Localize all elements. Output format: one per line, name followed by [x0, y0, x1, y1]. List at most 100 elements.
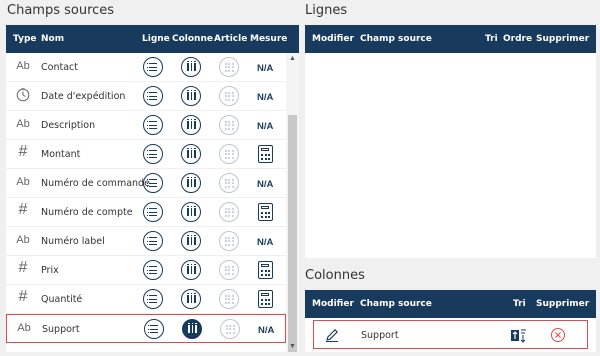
add-to-columns-icon[interactable]	[181, 202, 201, 222]
add-to-article-icon[interactable]	[219, 115, 239, 135]
measure-na-label: N/A	[257, 63, 274, 74]
calculator-icon[interactable]	[258, 203, 273, 221]
add-to-columns-icon[interactable]	[181, 57, 201, 77]
lignes-header: Modifier Champ source Tri Ordre Supprime…	[305, 25, 596, 53]
add-to-lines-icon[interactable]	[143, 57, 163, 77]
calculator-icon[interactable]	[258, 261, 273, 279]
add-to-lines-icon[interactable]	[143, 260, 163, 280]
header-colonne[interactable]: Colonne	[172, 34, 213, 44]
number-type-icon: #	[18, 201, 28, 218]
lignes-title: Lignes	[305, 3, 348, 18]
field-name: Contact	[41, 62, 78, 73]
field-name: Description	[41, 120, 96, 131]
champs-sources-title: Champs sources	[7, 3, 115, 18]
add-to-lines-icon[interactable]	[143, 202, 163, 222]
add-to-article-icon[interactable]	[219, 202, 239, 222]
add-to-columns-icon[interactable]	[181, 231, 201, 251]
add-to-lines-icon[interactable]	[143, 173, 163, 193]
number-type-icon: #	[18, 143, 28, 160]
header-article[interactable]: Article	[214, 34, 247, 44]
colonnes-header: Modifier Champ source Tri Supprimer	[305, 290, 596, 318]
clock-icon	[12, 88, 34, 105]
add-to-article-icon[interactable]	[219, 86, 239, 106]
header-type[interactable]: Type	[13, 34, 36, 44]
list-item[interactable]: Ab Contact N/A	[6, 53, 286, 82]
lignes-header-champ: Champ source	[360, 34, 432, 44]
field-name: Montant	[41, 149, 81, 160]
add-to-columns-icon[interactable]	[181, 260, 201, 280]
list-item[interactable]: # Quantité	[6, 285, 286, 314]
field-name: Support	[42, 324, 80, 335]
list-item[interactable]: Ab Description N/A	[6, 111, 286, 140]
add-to-lines-icon[interactable]	[143, 115, 163, 135]
scroll-thumb[interactable]	[288, 115, 297, 352]
calculator-icon[interactable]	[258, 290, 273, 308]
champs-sources-header: Type Nom Ligne Colonne Article Mesure	[6, 25, 299, 53]
add-to-article-icon[interactable]	[219, 260, 239, 280]
lignes-header-ordre: Ordre	[503, 34, 533, 44]
add-to-columns-icon[interactable]	[181, 115, 201, 135]
calculator-icon[interactable]	[258, 145, 273, 163]
measure-na-label: N/A	[257, 179, 274, 190]
lignes-header-tri: Tri	[485, 34, 498, 44]
add-to-article-icon[interactable]	[219, 57, 239, 77]
list-item[interactable]: Date d'expédition N/A	[6, 82, 286, 111]
field-name: Date d'expédition	[41, 91, 126, 102]
field-name: Numéro de compte	[41, 207, 133, 218]
delete-icon[interactable]	[550, 327, 566, 343]
colonnes-row-name: Support	[361, 330, 399, 341]
lignes-header-supprimer: Supprimer	[536, 34, 590, 44]
text-type-icon: Ab	[16, 118, 30, 130]
colonnes-header-tri: Tri	[513, 299, 526, 309]
list-item[interactable]: # Montant	[6, 140, 286, 169]
add-to-lines-icon[interactable]	[143, 289, 163, 309]
measure-na-label: N/A	[257, 121, 274, 132]
add-to-article-icon[interactable]	[220, 319, 240, 339]
scroll-up-icon[interactable]: ▲	[286, 53, 299, 64]
text-type-icon: Ab	[16, 234, 30, 246]
champs-sources-scrollbar[interactable]: ▲ ▼	[286, 53, 299, 352]
add-to-columns-icon[interactable]	[181, 86, 201, 106]
colonnes-row[interactable]: Support	[313, 320, 588, 349]
sort-ascending-icon[interactable]	[510, 326, 528, 344]
scroll-down-icon[interactable]: ▼	[286, 341, 299, 352]
add-to-article-icon[interactable]	[219, 289, 239, 309]
field-name: Numéro de commande	[41, 178, 150, 189]
add-to-article-icon[interactable]	[219, 173, 239, 193]
list-item[interactable]: Ab Numéro de commande N/A	[6, 169, 286, 198]
add-to-lines-icon[interactable]	[143, 144, 163, 164]
add-to-lines-icon[interactable]	[143, 231, 163, 251]
field-name: Prix	[41, 265, 59, 276]
colonnes-title: Colonnes	[305, 268, 365, 283]
measure-na-label: N/A	[257, 237, 274, 248]
lignes-panel: Modifier Champ source Tri Ordre Supprime…	[305, 25, 596, 258]
list-item[interactable]: Ab Numéro label N/A	[6, 227, 286, 256]
field-name: Quantité	[41, 294, 83, 305]
add-to-article-icon[interactable]	[219, 144, 239, 164]
add-to-columns-icon[interactable]	[181, 289, 201, 309]
number-type-icon: #	[18, 259, 28, 276]
add-to-article-icon[interactable]	[219, 231, 239, 251]
measure-na-label: N/A	[258, 325, 275, 336]
champs-sources-panel: Type Nom Ligne Colonne Article Mesure Ab…	[6, 25, 299, 352]
header-mesure[interactable]: Mesure	[250, 34, 287, 44]
lignes-header-modifier: Modifier	[312, 34, 354, 44]
add-to-columns-icon[interactable]	[182, 319, 202, 339]
add-to-lines-icon[interactable]	[143, 86, 163, 106]
edit-pencil-icon[interactable]	[324, 327, 340, 343]
add-to-lines-icon[interactable]	[144, 319, 164, 339]
list-item[interactable]: # Prix	[6, 256, 286, 285]
colonnes-header-supprimer: Supprimer	[536, 299, 590, 309]
list-item[interactable]: # Numéro de compte	[6, 198, 286, 227]
colonnes-header-champ: Champ source	[360, 299, 432, 309]
colonnes-header-modifier: Modifier	[312, 299, 354, 309]
text-type-icon: Ab	[16, 176, 30, 188]
add-to-columns-icon[interactable]	[181, 173, 201, 193]
header-nom[interactable]: Nom	[41, 34, 64, 44]
colonnes-panel: Modifier Champ source Tri Supprimer Supp…	[305, 290, 596, 352]
add-to-columns-icon[interactable]	[181, 144, 201, 164]
header-ligne[interactable]: Ligne	[142, 34, 170, 44]
list-item[interactable]: Ab Support N/A	[6, 314, 286, 343]
text-type-icon: Ab	[16, 60, 30, 72]
field-name: Numéro label	[41, 236, 105, 247]
